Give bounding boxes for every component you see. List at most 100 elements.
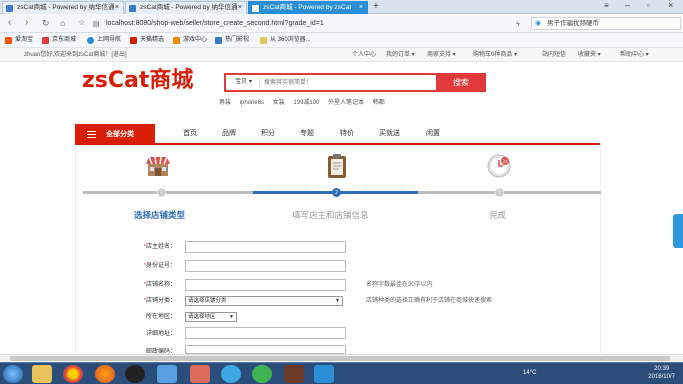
app-icon[interactable] <box>157 365 177 383</box>
system-clock[interactable]: 20:39 2016/10/7 <box>648 365 675 381</box>
url-field[interactable]: localhost:8080/shop-web/seller/store_cre… <box>106 17 526 30</box>
browser-tab-2[interactable]: zsCat商城 - Powered by 纳华信通 × <box>125 1 247 14</box>
game-icon <box>173 37 180 44</box>
qq-icon[interactable] <box>125 365 145 383</box>
game-icon[interactable] <box>284 365 304 383</box>
page-favicon-icon <box>252 5 259 12</box>
minimize-icon[interactable]: – <box>625 0 630 10</box>
dropdown-arrow-icon: ▼ <box>229 314 234 320</box>
back-icon[interactable]: ‹ <box>8 17 11 29</box>
forward-icon[interactable]: › <box>25 17 28 29</box>
close-tab-icon[interactable]: × <box>238 2 242 14</box>
bookmark-item[interactable]: 爱淘宝 <box>5 36 33 45</box>
tmall-icon <box>130 37 137 44</box>
app-icon[interactable] <box>190 365 210 383</box>
start-button-icon[interactable] <box>3 365 23 383</box>
welcome-text[interactable]: zhuan您好,欢迎来到zsCat商城！[退出] <box>24 50 127 60</box>
top-link-favorites[interactable]: 收藏夹 ▾ <box>578 50 601 60</box>
main-nav: 全部分类 首页 品牌 积分 专题 特价 买就送 闲置 <box>75 124 600 145</box>
dropdown-arrow-icon: ▼ <box>335 298 340 304</box>
nav-item-points[interactable]: 积分 <box>261 124 275 145</box>
lightning-icon[interactable]: ϟ <box>516 19 520 31</box>
top-link-seller[interactable]: 商家支持 ▾ <box>427 50 456 60</box>
bookmark-item[interactable]: 从 360浏览器... <box>260 36 311 45</box>
bookmark-item[interactable]: 游戏中心 <box>173 36 207 45</box>
wechat-icon[interactable] <box>252 365 272 383</box>
scrollbar-thumb[interactable] <box>10 356 670 361</box>
temperature-text: 14°C <box>523 370 537 376</box>
bookmark-item[interactable]: 热门影视 <box>215 36 249 45</box>
tab-label: zsCat商城 - Powered by zsCat <box>263 4 352 11</box>
step-label-3: 完成 <box>489 210 507 220</box>
browser-tab-3-active[interactable]: zsCat商城 - Powered by zsCat × <box>248 1 368 14</box>
search-engine-icon: ◉ <box>535 20 542 27</box>
address-input[interactable] <box>185 327 346 339</box>
ie-browser-icon[interactable] <box>221 365 241 383</box>
top-link-user-center[interactable]: 个人中心 <box>352 50 376 60</box>
nav-item-buy-get[interactable]: 买就送 <box>379 124 400 145</box>
site-search-input[interactable] <box>264 76 434 89</box>
file-explorer-icon[interactable] <box>32 365 52 383</box>
store-name-input[interactable] <box>185 279 346 291</box>
region-label: 所在地区： <box>145 314 176 320</box>
postcode-input[interactable] <box>185 345 346 354</box>
search-button[interactable]: 搜索 <box>436 73 486 92</box>
bookmarks-bar: 爱淘宝 京东商城 上网导航 天猫精选 游戏中心 热门影视 从 360浏览器... <box>0 33 683 48</box>
site-logo[interactable]: zsCat商城 <box>82 68 217 94</box>
feedback-tab[interactable] <box>673 214 683 248</box>
step-dot: 1 <box>157 188 166 197</box>
windows-taskbar: 14°C 20:39 2016/10/7 <box>0 362 683 384</box>
nav-item-specials[interactable]: 特价 <box>340 124 354 145</box>
close-tab-icon[interactable]: × <box>359 2 363 14</box>
bookmark-item[interactable]: 天猫精选 <box>130 36 164 45</box>
owner-name-label: *店主姓名： <box>143 244 176 250</box>
search-text: 男子诈骗扰频硬币 <box>547 20 599 27</box>
maximize-icon[interactable]: ▫ <box>647 1 650 10</box>
horizontal-scrollbar[interactable] <box>0 354 683 362</box>
store-name-label: *店铺名称： <box>143 282 176 288</box>
step-label-1: 选择店铺类型 <box>134 210 186 220</box>
nav-item-idle[interactable]: 闲置 <box>426 124 440 145</box>
store-icon <box>145 153 171 179</box>
top-link-orders[interactable]: 我的订单 ▾ <box>386 50 415 60</box>
firefox-icon[interactable] <box>95 365 115 383</box>
store-category-select[interactable]: 请选择店铺分类 ▼ <box>185 296 343 306</box>
hot-word[interactable]: iphone6s <box>240 100 264 106</box>
video-icon <box>215 37 222 44</box>
new-tab-button[interactable]: + <box>373 0 379 13</box>
close-window-icon[interactable]: × <box>668 0 673 10</box>
store-name-hint: 名称字数最佳在20字以内 <box>366 282 433 288</box>
chrome-icon[interactable] <box>63 365 83 383</box>
browser-search-box[interactable]: ◉ 男子诈骗扰频硬币 <box>531 17 681 30</box>
home-icon[interactable]: ⌂ <box>60 17 65 29</box>
step-dot-active: 2 <box>332 188 341 197</box>
search-category-select[interactable]: 宝贝 ▾ <box>228 77 260 88</box>
site-search-bar: 宝贝 ▾ 搜索 <box>224 73 486 92</box>
id-number-input[interactable] <box>185 260 346 272</box>
region-select[interactable]: 请选择地区 ▼ <box>185 312 237 322</box>
jd-icon <box>42 37 49 44</box>
hot-word[interactable]: 女装 <box>273 100 285 106</box>
hot-word[interactable]: 男装 <box>219 100 231 106</box>
bookmark-item[interactable]: 上网导航 <box>87 36 121 45</box>
hot-word[interactable]: 199减100 <box>293 100 319 106</box>
bookmark-item[interactable]: 京东商城 <box>42 36 76 45</box>
top-link-help[interactable]: 帮助中心 ▾ <box>620 50 649 60</box>
hot-word[interactable]: 外星人笔记本 <box>328 100 364 106</box>
top-link-messages[interactable]: 站内短信 <box>542 50 566 60</box>
close-tab-icon[interactable]: × <box>115 2 119 14</box>
top-link-cart[interactable]: 购物车0种商品 ▾ <box>473 50 517 60</box>
nav-item-home[interactable]: 首页 <box>183 124 197 145</box>
nav-item-topics[interactable]: 专题 <box>300 124 314 145</box>
menu-icon[interactable]: ≡ <box>604 1 609 10</box>
all-categories-button[interactable]: 全部分类 <box>75 124 155 145</box>
hot-word[interactable]: 韩都 <box>373 100 385 106</box>
star-icon[interactable]: ☆ <box>78 17 85 29</box>
refresh-icon[interactable]: ↻ <box>42 17 50 29</box>
owner-name-input[interactable] <box>185 241 346 253</box>
word-icon[interactable] <box>314 365 334 383</box>
content-border-left <box>75 145 76 355</box>
browser-tab-1[interactable]: zsCat商城 - Powered by 纳华信通 × <box>2 1 124 14</box>
content-border-right <box>600 145 601 355</box>
nav-item-brand[interactable]: 品牌 <box>222 124 236 145</box>
